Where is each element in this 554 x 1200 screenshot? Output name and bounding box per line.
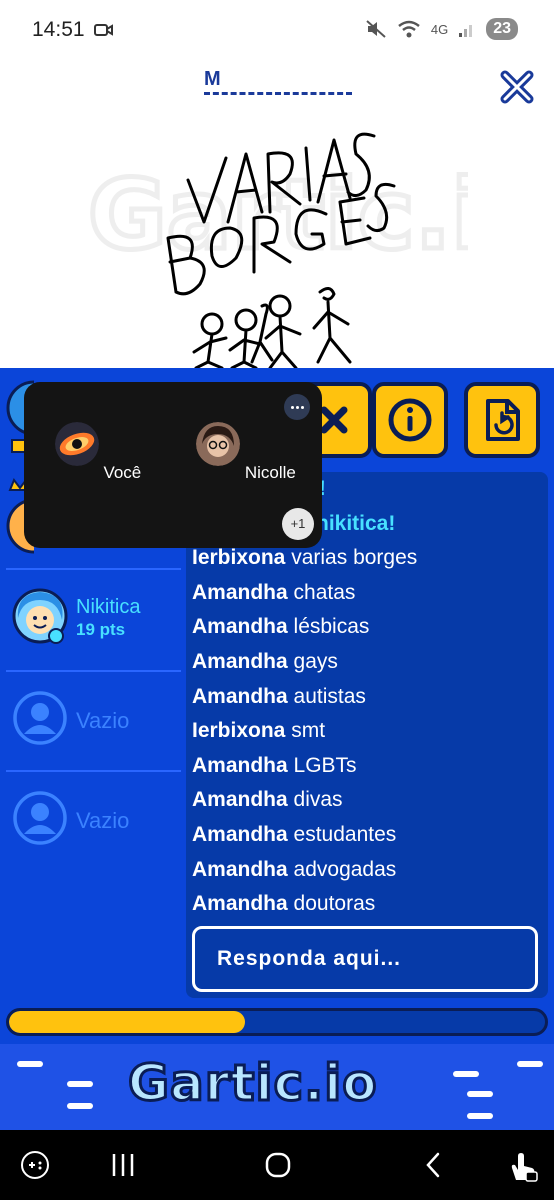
chat-username: Amandha (192, 753, 288, 777)
player-points: 19 pts (76, 620, 126, 639)
chat-text: LGBTs (293, 753, 357, 777)
chat-username: Amandha (192, 649, 288, 673)
info-button[interactable] (372, 382, 448, 458)
info-icon (388, 398, 432, 442)
call-participant-name: Nicolle (244, 463, 296, 482)
chat-username: Amandha (192, 822, 288, 846)
signal-icon (459, 25, 473, 37)
round-timer-bar (6, 1008, 548, 1036)
chat-text: estudantes (293, 822, 397, 846)
chat-text: advogadas (293, 857, 397, 881)
player-row-empty: Vazio (6, 770, 181, 866)
battery-level: 23 (486, 18, 518, 40)
empty-user-icon (13, 791, 67, 845)
status-time: 14:51 (32, 18, 85, 41)
voice-call-overlay[interactable]: Você Nicolle +1 (24, 382, 322, 548)
call-more-participants[interactable]: +1 (282, 508, 314, 540)
round-timer-fill (9, 1011, 245, 1033)
chat-message: Amandha gays (192, 645, 542, 680)
chat-username: Amandha (192, 580, 288, 604)
wifi-icon (398, 20, 420, 38)
chat-text: doutoras (293, 892, 376, 916)
empty-slot-label: Vazio (76, 808, 130, 833)
android-nav-bar (0, 1130, 554, 1200)
chat-message: Amandha doutoras (192, 887, 542, 922)
player-name: Nikitica (76, 596, 141, 618)
video-call-icon (94, 24, 113, 36)
back-icon[interactable] (422, 1150, 444, 1180)
chat-username: Amandha (192, 684, 288, 708)
chat-username: Amandha (192, 857, 288, 881)
player-row[interactable]: Nikitica 19 pts (6, 568, 181, 664)
chat-message: Amandha divas (192, 783, 542, 818)
chat-username: Ierbixona (192, 546, 286, 570)
chat-text: lésbicas (293, 615, 370, 639)
answer-input[interactable]: Responda aqui... (192, 926, 538, 992)
chat-text: smt (291, 719, 326, 743)
game-controller-icon[interactable] (20, 1150, 50, 1180)
call-participant: Nicolle (186, 422, 306, 483)
chat-message: Amandha advogadas (192, 853, 542, 888)
chat-text: divas (293, 788, 343, 812)
chat-message: Amandha estudantes (192, 818, 542, 853)
mute-icon (366, 20, 386, 38)
gartic-banner[interactable]: Gartic.io (0, 1044, 554, 1130)
chat-text: varias borges (291, 546, 418, 570)
report-flag-icon (486, 399, 520, 441)
chat-text: autistas (293, 684, 366, 708)
player-drawing (166, 132, 396, 368)
drawing-canvas[interactable]: Gartic.io M (0, 62, 554, 368)
system-message-text: nikitica! (316, 511, 396, 535)
chat-username: Amandha (192, 788, 288, 812)
report-button[interactable] (464, 382, 540, 458)
empty-user-icon (13, 691, 67, 745)
home-icon[interactable] (264, 1150, 292, 1180)
network-type: 4G (430, 21, 449, 37)
galaxy-avatar-icon (54, 422, 99, 466)
chat-username: Amandha (192, 615, 288, 639)
player-row-empty: Vazio (6, 670, 181, 766)
status-bar: 14:51 4G 23 (0, 0, 554, 62)
touch-lock-icon[interactable] (508, 1150, 538, 1184)
chat-text: gays (293, 649, 338, 673)
gartic-logo: Gartic.io (127, 1053, 379, 1114)
recent-apps-icon[interactable] (110, 1150, 136, 1180)
chat-panel[interactable]: o! nikitica! Ierbixona varias borges Ama… (186, 472, 548, 998)
chat-message: Ierbixona smt (192, 714, 542, 749)
chat-username: Amandha (192, 892, 288, 916)
call-options-icon[interactable] (284, 394, 310, 420)
chat-message: Amandha lésbicas (192, 610, 542, 645)
player-avatar (12, 588, 68, 644)
call-participant-name: Você (103, 463, 142, 482)
call-participant: Você (38, 422, 158, 483)
chat-message: Amandha autistas (192, 680, 542, 715)
chat-text: chatas (293, 580, 356, 604)
status-icons: 4G 23 (365, 18, 518, 40)
empty-slot-label: Vazio (76, 708, 130, 733)
chat-message: Amandha chatas (192, 576, 542, 611)
photo-avatar-icon (196, 422, 241, 466)
chat-username: Ierbixona (192, 719, 286, 743)
chat-message: Amandha LGBTs (192, 749, 542, 784)
